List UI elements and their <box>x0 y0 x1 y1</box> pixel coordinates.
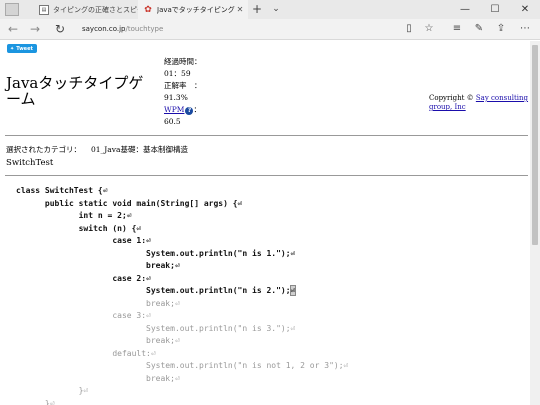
code-line-untyped: System.out.println("n is not 1, 2 or 3")… <box>16 361 349 370</box>
divider <box>5 135 528 136</box>
wpm-separator: ： <box>193 105 201 114</box>
accuracy-label: 正解率 ： <box>164 81 202 90</box>
elapsed-label: 経過時間： <box>164 57 202 66</box>
more-icon[interactable]: ⋯ <box>516 20 534 38</box>
code-line-untyped: break;⏎ <box>16 373 180 383</box>
copyright: Copyright © Say consulting group, Inc <box>429 94 530 112</box>
back-button[interactable]: ← <box>3 20 23 38</box>
url-host: saycon.co.jp <box>82 25 126 33</box>
code-line-typed: int n = 2;⏎ <box>16 211 132 220</box>
tab-title: タイピングの正確さとスピードを表 <box>53 5 138 14</box>
code-line-typed: case 1:⏎ <box>16 236 151 245</box>
refresh-button[interactable]: ↻ <box>50 20 70 38</box>
site-logo-icon: ✿ <box>144 4 152 15</box>
address-bar[interactable]: saycon.co.jp/touchtype <box>82 21 402 37</box>
code-line-untyped: case 3:⏎ <box>16 311 151 320</box>
close-window-button[interactable]: ✕ <box>510 0 540 19</box>
typing-cursor: ⏎ <box>289 285 297 296</box>
hub-icon[interactable]: ≡ <box>448 20 466 38</box>
bird-icon: ✦ <box>10 45 15 52</box>
stats-panel: 経過時間： 01：59 正解率 ： 91.3% WPM?： 60.5 <box>164 56 202 128</box>
maximize-button[interactable]: ☐ <box>480 0 510 19</box>
web-note-icon[interactable]: ✎ <box>470 20 488 38</box>
code-line-untyped: System.out.println("n is 3.");⏎ <box>16 323 296 333</box>
new-tab-button[interactable]: + <box>250 2 264 16</box>
url-path: /touchtype <box>125 25 164 33</box>
scrollbar[interactable] <box>530 41 540 405</box>
page-title: Javaタッチタイプゲーム <box>6 74 144 108</box>
divider <box>5 175 528 176</box>
page-content: ✦ Tweet Javaタッチタイプゲーム 経過時間： 01：59 正解率 ： 9… <box>0 41 530 405</box>
wpm-value: 60.5 <box>164 117 181 126</box>
code-line-typed: class SwitchTest {⏎ <box>16 186 108 195</box>
close-tab-icon[interactable]: ✕ <box>235 5 245 14</box>
tweet-button[interactable]: ✦ Tweet <box>7 44 37 53</box>
code-line-typed: case 2:⏎ <box>16 273 151 283</box>
minimize-button[interactable]: — <box>450 0 480 19</box>
code-line-typed: switch (n) {⏎ <box>16 223 142 233</box>
reading-view-icon[interactable]: ▯ <box>400 20 418 38</box>
copyright-prefix: Copyright © <box>429 94 474 102</box>
forward-button[interactable]: → <box>25 20 45 38</box>
exercise-name: SwitchTest <box>6 158 54 168</box>
code-line-untyped: default:⏎ <box>16 348 156 358</box>
code-line-typed: public static void main(String[] args) {… <box>16 198 243 208</box>
code-line-untyped: }⏎ <box>16 386 89 395</box>
tab-preview-icon[interactable] <box>5 3 19 16</box>
code-line-untyped: break;⏎ <box>16 336 180 345</box>
tweet-label: Tweet <box>16 45 33 52</box>
tab-bar: ▤ タイピングの正確さとスピードを表 ✿ Javaでタッチタイピングゲーム ✕ … <box>0 0 540 19</box>
code-line-untyped: break;⏎ <box>16 298 180 308</box>
tab-typing-accuracy[interactable]: ▤ タイピングの正確さとスピードを表 <box>34 0 138 19</box>
tab-java-touch-type[interactable]: ✿ Javaでタッチタイピングゲーム ✕ <box>138 0 248 19</box>
code-line-untyped: }⏎ <box>16 398 55 405</box>
chevron-down-icon[interactable]: ⌄ <box>270 2 282 16</box>
accuracy-value: 91.3% <box>164 93 188 102</box>
category-label: 選択されたカテゴリ： <box>6 145 81 154</box>
code-line-typed: System.out.println("n is 1.");⏎ <box>16 248 296 258</box>
navigation-bar: ← → ↻ saycon.co.jp/touchtype ▯ ☆ ≡ ✎ ⇪ ⋯ <box>0 19 540 40</box>
category-value: 01_Java基礎：基本制御構造 <box>91 145 188 154</box>
elapsed-value: 01：59 <box>164 69 191 78</box>
code-area[interactable]: class SwitchTest {⏎ public static void m… <box>16 185 348 405</box>
wpm-row: WPM?： <box>164 104 202 116</box>
category: 選択されたカテゴリ： 01_Java基礎：基本制御構造 <box>6 144 188 155</box>
code-line-typed: break;⏎ <box>16 261 180 270</box>
share-icon[interactable]: ⇪ <box>492 20 510 38</box>
scrollbar-thumb[interactable] <box>532 45 538 245</box>
wpm-link[interactable]: WPM <box>164 105 184 114</box>
code-line-current: System.out.println("n is 2.");⏎ <box>16 285 297 296</box>
favorite-star-icon[interactable]: ☆ <box>420 20 438 38</box>
tab-title: Javaでタッチタイピングゲーム <box>157 5 235 14</box>
page-favicon-icon: ▤ <box>39 4 49 15</box>
